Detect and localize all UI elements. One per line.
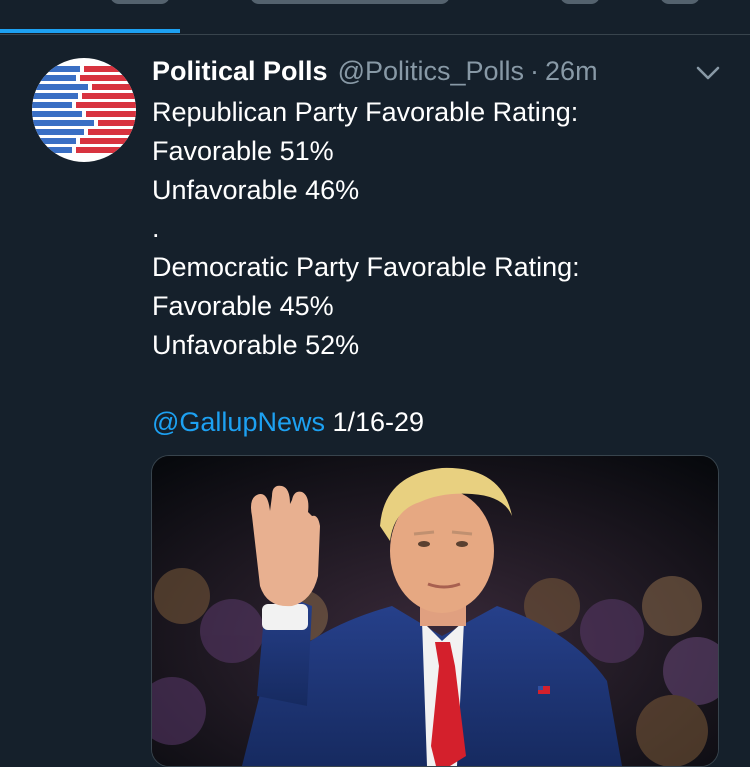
chevron-down-icon [696,66,720,80]
author-name[interactable]: Political Polls [152,56,328,87]
tab-fragment[interactable] [250,0,450,4]
tweet-source-line: @GallupNews 1/16-29 [152,403,732,442]
tweet-line: Unfavorable 46% [152,174,360,205]
tweet-menu-button[interactable] [694,62,722,84]
author-handle[interactable]: @Politics_Polls [338,56,524,87]
tweet-line: Democratic Party Favorable Rating: [152,252,580,283]
tab-fragment[interactable] [110,0,170,4]
tab-bar [0,0,750,35]
tweet-photo[interactable] [151,455,719,767]
separator-dot: · [530,56,540,86]
tweet-line: . [152,213,160,244]
active-tab-indicator [0,29,180,33]
poll-bars-logo-icon [32,58,136,162]
tweet-line [152,365,732,404]
timestamp[interactable]: 26m [545,56,598,87]
photo-waving-man [152,456,718,766]
avatar[interactable] [32,58,136,162]
tweet-header: Political Polls @Politics_Polls · 26m [152,56,598,90]
tweet-line: Republican Party Favorable Rating: [152,97,579,127]
tab-fragment[interactable] [660,0,700,4]
tweet-text: Republican Party Favorable Rating: Favor… [152,93,732,442]
mention-link[interactable]: @GallupNews [152,407,325,437]
tweet-line: Unfavorable 52% [152,329,360,360]
tab-fragment[interactable] [560,0,600,4]
date-range: 1/16-29 [324,407,425,438]
tweet-line: Favorable 51% [152,135,334,166]
tweet-line: Favorable 45% [152,290,334,321]
